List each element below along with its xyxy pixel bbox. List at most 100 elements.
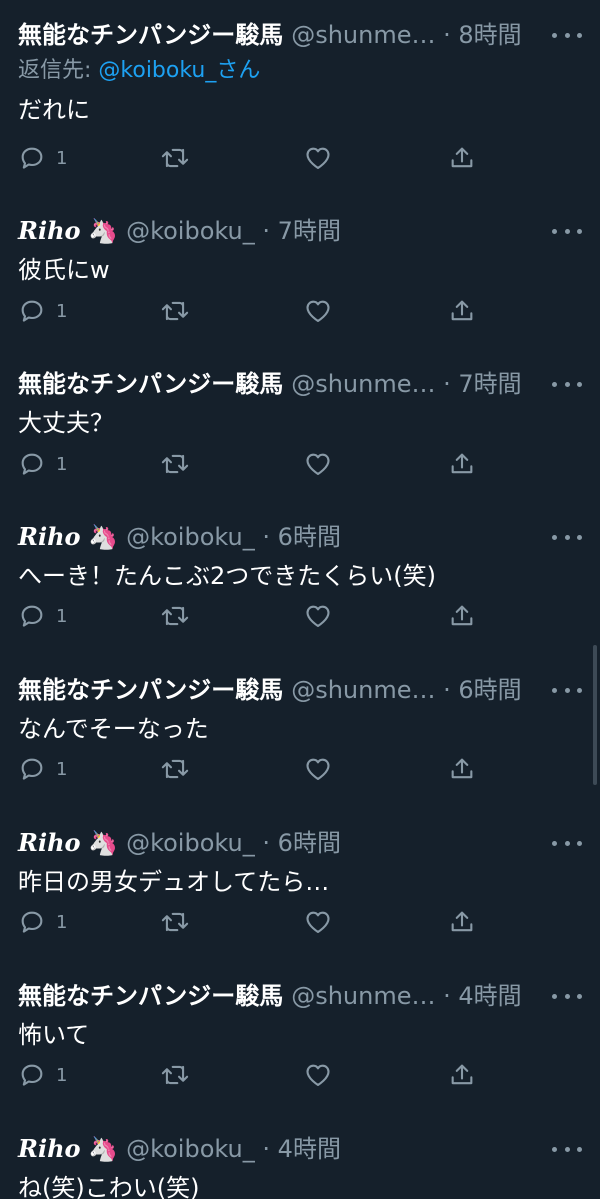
share-button[interactable] [448,447,476,481]
like-button[interactable] [304,294,332,328]
more-icon[interactable] [552,520,582,554]
reply-count: 1 [56,300,68,322]
more-icon[interactable] [552,1132,582,1166]
timestamp[interactable]: 4時間 [458,982,521,1010]
timestamp[interactable]: 8時間 [458,21,521,49]
share-button[interactable] [448,141,476,175]
unicorn-emoji: 🦄 [88,217,119,245]
reply-icon [21,605,43,627]
author-name[interactable]: Riho [18,828,81,857]
author-name[interactable]: Riho [18,216,81,245]
reply-button[interactable]: 1 [18,141,67,175]
reply-icon [21,147,43,169]
reply-button[interactable]: 1 [18,905,67,939]
retweet-icon [161,148,189,168]
share-button[interactable] [448,752,476,786]
author-handle[interactable]: @shunme… [291,982,435,1010]
reply-count: 1 [56,453,68,475]
more-icon[interactable] [552,214,582,248]
tweet[interactable]: Riho 🦄 @koiboku_ · 6時間 へーき！たんこぶ2つできたくらい(笑… [0,520,600,594]
like-button[interactable] [304,447,332,481]
author-handle[interactable]: @shunme… [291,21,435,49]
share-icon [451,758,473,779]
reply-button[interactable]: 1 [18,752,67,786]
author-handle[interactable]: @koiboku_ [126,523,255,551]
like-button[interactable] [304,599,332,633]
author-handle[interactable]: @koiboku_ [126,829,255,857]
share-button[interactable] [448,1058,476,1092]
author-name[interactable]: Riho [18,1134,81,1163]
tweet[interactable]: 無能なチンパンジー駿馬 @shunme… · 7時間 大丈夫？ [0,367,600,441]
share-icon [451,147,473,168]
author-handle[interactable]: @koiboku_ [126,1135,255,1163]
author-name[interactable]: 無能なチンパンジー駿馬 [18,370,283,398]
tweet-actions: 1 [18,447,498,481]
like-button[interactable] [304,752,332,786]
tweet[interactable]: Riho 🦄 @koiboku_ · 6時間 昨日の男女デュオしてたら… [0,826,600,900]
tweet-actions: 1 [18,905,498,939]
author-handle[interactable]: @koiboku_ [126,217,255,245]
retweet-button[interactable] [160,752,190,786]
separator-dot: · [262,217,271,245]
more-icon[interactable] [552,826,582,860]
more-icon[interactable] [552,367,582,401]
like-icon [306,758,330,780]
like-icon [306,911,330,933]
retweet-button[interactable] [160,141,190,175]
tweet[interactable]: 無能なチンパンジー駿馬 @shunme… · 6時間 なんでそーなった [0,673,600,747]
author-name[interactable]: 無能なチンパンジー駿馬 [18,676,283,704]
timestamp[interactable]: 6時間 [278,523,341,551]
reply-to-handle-link[interactable]: @koiboku_さん [98,58,260,83]
reply-icon [21,453,43,475]
tweet-header: Riho 🦄 @koiboku_ · 6時間 [18,520,582,554]
retweet-button[interactable] [160,1058,190,1092]
tweet-text: ね(笑)こわい(笑) [18,1174,200,1199]
author-name[interactable]: 無能なチンパンジー駿馬 [18,21,283,49]
reply-count: 1 [56,758,68,780]
timestamp[interactable]: 6時間 [458,676,521,704]
like-button[interactable] [304,141,332,175]
author-name[interactable]: 無能なチンパンジー駿馬 [18,982,283,1010]
retweet-button[interactable] [160,905,190,939]
more-icon[interactable] [552,18,582,52]
reply-button[interactable]: 1 [18,1058,67,1092]
tweet[interactable]: Riho 🦄 @koiboku_ · 4時間 ね(笑)こわい(笑) [0,1132,600,1199]
share-icon [451,911,473,932]
separator-dot: · [262,523,271,551]
author-name[interactable]: Riho [18,522,81,551]
tweet[interactable]: 無能なチンパンジー駿馬 @shunme… · 8時間 返信先: @koiboku_… [0,18,600,128]
reply-icon [21,911,43,933]
more-icon[interactable] [552,673,582,707]
share-icon [451,1064,473,1085]
reply-button[interactable]: 1 [18,294,67,328]
tweet-text: 昨日の男女デュオしてたら… [18,868,330,896]
retweet-button[interactable] [160,599,190,633]
retweet-icon [161,912,189,932]
timestamp[interactable]: 6時間 [278,829,341,857]
tweet-text: なんでそーなった [18,715,209,743]
like-button[interactable] [304,1058,332,1092]
author-handle[interactable]: @shunme… [291,370,435,398]
tweet-text: だれに [18,96,90,124]
more-icon[interactable] [552,979,582,1013]
share-icon [451,605,473,626]
share-button[interactable] [448,294,476,328]
tweet-actions: 1 [18,752,498,786]
like-button[interactable] [304,905,332,939]
timestamp[interactable]: 7時間 [278,217,341,245]
scrollbar[interactable] [593,645,597,785]
reply-button[interactable]: 1 [18,599,67,633]
unicorn-emoji: 🦄 [88,829,119,857]
retweet-button[interactable] [160,294,190,328]
author-handle[interactable]: @shunme… [291,676,435,704]
tweet[interactable]: 無能なチンパンジー駿馬 @shunme… · 4時間 怖いて [0,979,600,1053]
retweet-button[interactable] [160,447,190,481]
share-button[interactable] [448,905,476,939]
reply-button[interactable]: 1 [18,447,67,481]
timestamp[interactable]: 7時間 [458,370,521,398]
tweet[interactable]: Riho 🦄 @koiboku_ · 7時間 彼氏にw [0,214,600,288]
share-button[interactable] [448,599,476,633]
tweet-actions: 1 [18,599,498,633]
reply-icon [21,300,43,322]
timestamp[interactable]: 4時間 [278,1135,341,1163]
